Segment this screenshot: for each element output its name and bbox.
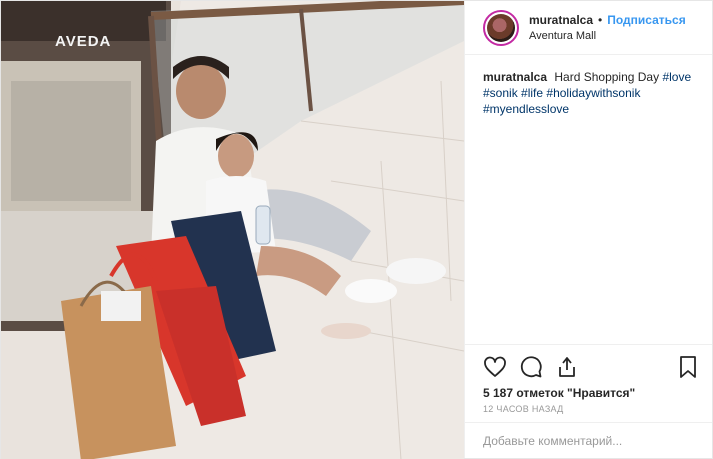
comment-input[interactable] [483, 433, 694, 448]
separator-dot: • [598, 12, 603, 27]
instagram-post: AVEDA muratnalca • Подписаться Aventura … [0, 0, 713, 459]
username-link[interactable]: muratnalca [529, 12, 593, 28]
avatar[interactable] [483, 9, 519, 46]
hashtag-link[interactable]: #holidaywithsonik [546, 86, 640, 100]
heart-icon[interactable] [483, 355, 507, 379]
post-header: muratnalca • Подписаться Aventura Mall [465, 1, 712, 55]
header-row: muratnalca • Подписаться [529, 12, 686, 28]
comment-icon[interactable] [519, 355, 543, 379]
follow-button[interactable]: Подписаться [607, 12, 685, 28]
post-sidebar: muratnalca • Подписаться Aventura Mall m… [464, 1, 712, 458]
avatar-image [487, 13, 515, 42]
hashtag-link[interactable]: #sonik [483, 86, 518, 100]
bookmark-icon[interactable] [676, 355, 700, 379]
caption-username-link[interactable]: muratnalca [483, 70, 547, 84]
header-text: muratnalca • Подписаться Aventura Mall [529, 12, 686, 44]
caption-text: Hard Shopping Day [554, 70, 660, 84]
share-icon[interactable] [555, 355, 579, 379]
hashtag-link[interactable]: #love [662, 70, 691, 84]
post-timestamp[interactable]: 12 часов назад [465, 400, 712, 422]
likes-count[interactable]: 5 187 отметок "Нравится" [465, 382, 712, 400]
store-sign-text: AVEDA [55, 33, 112, 50]
hashtag-link[interactable]: #life [521, 86, 543, 100]
comment-form [465, 422, 712, 458]
post-caption: muratnalca Hard Shopping Day #love #soni… [465, 55, 712, 344]
action-bar [465, 344, 712, 382]
post-photo[interactable]: AVEDA [1, 1, 464, 459]
location-link[interactable]: Aventura Mall [529, 28, 686, 44]
hashtag-link[interactable]: #myendlesslove [483, 102, 569, 116]
photo-illustration [1, 1, 464, 459]
